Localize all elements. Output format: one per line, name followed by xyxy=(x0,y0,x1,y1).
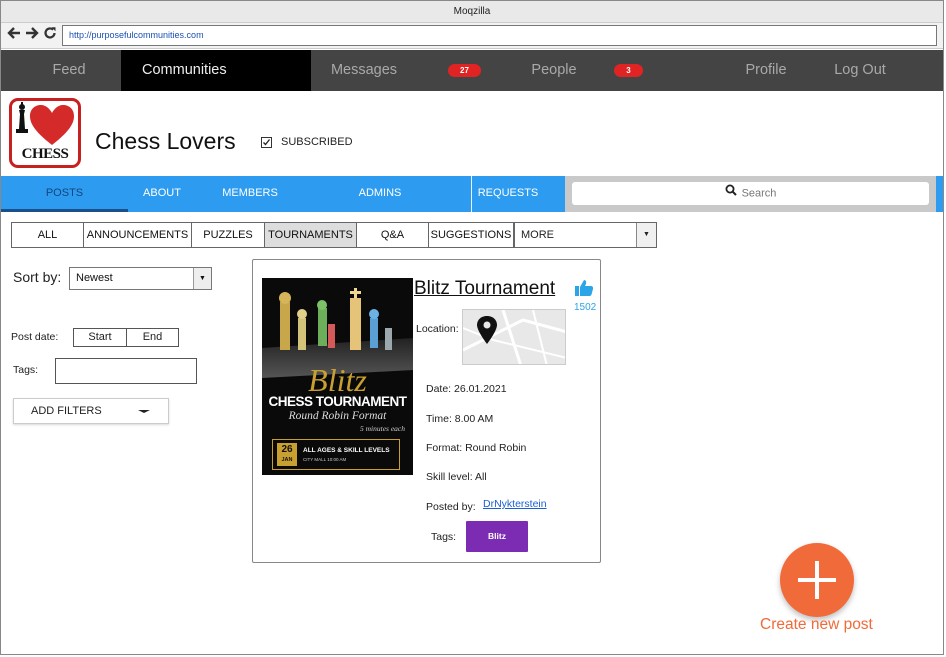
tab-admins[interactable]: ADMINS xyxy=(346,176,414,212)
dropdown-arrow-icon: ▼ xyxy=(636,223,656,247)
poster-month: JAN xyxy=(281,457,293,463)
thumbs-up-icon[interactable] xyxy=(574,279,594,302)
poster-date-block: 26 JAN xyxy=(277,443,297,466)
poster-day: 26 xyxy=(281,444,293,455)
category-tournaments[interactable]: TOURNAMENTS xyxy=(264,222,357,248)
tab-requests[interactable]: REQUESTS xyxy=(473,176,543,212)
sort-select[interactable]: Newest ▼ xyxy=(69,267,212,290)
post-card[interactable]: Blitz CHESS TOURNAMENT Round Robin Forma… xyxy=(252,259,601,563)
nav-logout[interactable]: Log Out xyxy=(821,50,899,91)
tab-about[interactable]: ABOUT xyxy=(128,176,196,212)
chess-heart-logo-icon xyxy=(16,102,74,145)
poster-line2: CITY MALL 10:00 AM xyxy=(303,457,347,462)
location-map-thumbnail[interactable] xyxy=(462,309,566,365)
caret-down-icon xyxy=(138,410,150,413)
more-label: MORE xyxy=(521,229,554,241)
post-date: Date: 26.01.2021 xyxy=(426,383,507,395)
poster-format: Round Robin Format xyxy=(288,410,387,422)
poster-info-box: 26 JAN ALL AGES & SKILL LEVELS CITY MALL… xyxy=(272,439,400,470)
poster-headline: CHESS TOURNAMENT xyxy=(268,394,407,409)
sort-dropdown-arrow-icon: ▼ xyxy=(193,268,211,289)
subscribed-checkbox[interactable] xyxy=(261,137,272,148)
main-nav: Feed Communities Messages 27 People 3 Pr… xyxy=(1,50,943,91)
back-arrow-icon[interactable] xyxy=(6,26,22,44)
browser-window: Moqzilla http://purposefulcommunities.co… xyxy=(0,0,944,655)
search-icon xyxy=(725,182,737,205)
people-count-badge: 3 xyxy=(614,64,643,77)
sort-label: Sort by: xyxy=(13,269,62,285)
community-title: Chess Lovers xyxy=(95,128,236,154)
posted-by-label: Posted by: xyxy=(426,501,476,513)
url-field[interactable]: http://purposefulcommunities.com xyxy=(62,25,937,46)
tabs-divider xyxy=(471,176,472,212)
author-link[interactable]: DrNykterstein xyxy=(483,498,547,510)
post-time: Time: 8.00 AM xyxy=(426,413,494,425)
post-tags-label: Tags: xyxy=(431,531,457,543)
window-title: Moqzilla xyxy=(1,1,943,23)
category-all[interactable]: ALL xyxy=(11,222,84,248)
subscribed-label: SUBSCRIBED xyxy=(281,136,353,148)
location-label: Location: xyxy=(416,323,459,335)
reload-icon[interactable] xyxy=(42,26,58,44)
poster-minutes: 5 minutes each xyxy=(360,424,405,433)
add-filters-button[interactable]: ADD FILTERS xyxy=(13,398,169,424)
search-input[interactable]: Search xyxy=(572,182,929,205)
nav-communities[interactable]: Communities xyxy=(121,50,311,91)
tab-posts[interactable]: POSTS xyxy=(1,176,128,212)
search-container: Search xyxy=(565,176,936,212)
search-placeholder: Search xyxy=(741,187,777,200)
tags-filter-input[interactable] xyxy=(55,358,197,384)
community-tabs: POSTS ABOUT MEMBERS ADMINS REQUESTS Sear… xyxy=(1,176,943,212)
add-filters-label: ADD FILTERS xyxy=(31,405,102,417)
forward-arrow-icon[interactable] xyxy=(24,26,40,44)
end-date-button[interactable]: End xyxy=(126,328,179,347)
create-post-label[interactable]: Create new post xyxy=(760,616,873,634)
category-qa[interactable]: Q&A xyxy=(356,222,429,248)
start-date-button[interactable]: Start xyxy=(73,328,127,347)
tags-filter-label: Tags: xyxy=(13,364,39,376)
category-announcements[interactable]: ANNOUNCEMENTS xyxy=(83,222,192,248)
post-title-link[interactable]: Blitz Tournament xyxy=(414,278,555,300)
tab-members[interactable]: MEMBERS xyxy=(211,176,289,212)
sort-value: Newest xyxy=(76,272,113,284)
post-format: Format: Round Robin xyxy=(426,442,527,454)
category-puzzles[interactable]: PUZZLES xyxy=(191,222,265,248)
tag-blitz[interactable]: Blitz xyxy=(466,521,528,552)
nav-people[interactable]: People xyxy=(511,50,597,91)
community-logo: CHESS xyxy=(9,98,81,168)
nav-profile[interactable]: Profile xyxy=(731,50,801,91)
messages-count-badge: 27 xyxy=(448,64,481,77)
category-suggestions[interactable]: SUGGESTIONS xyxy=(428,222,514,248)
post-skill-level: Skill level: All xyxy=(426,471,487,483)
post-date-label: Post date: xyxy=(11,331,59,343)
nav-messages[interactable]: Messages xyxy=(311,50,417,91)
map-pin-icon xyxy=(463,310,565,364)
nav-feed[interactable]: Feed xyxy=(19,50,119,91)
like-count: 1502 xyxy=(574,302,597,313)
address-bar: http://purposefulcommunities.com xyxy=(1,23,943,49)
logo-text: CHESS xyxy=(21,146,69,162)
poster-line1: ALL AGES & SKILL LEVELS xyxy=(303,447,390,454)
tournament-poster-image: Blitz CHESS TOURNAMENT Round Robin Forma… xyxy=(262,278,413,475)
more-categories-dropdown[interactable]: MORE ▼ xyxy=(514,222,657,248)
create-post-button[interactable] xyxy=(780,543,854,617)
